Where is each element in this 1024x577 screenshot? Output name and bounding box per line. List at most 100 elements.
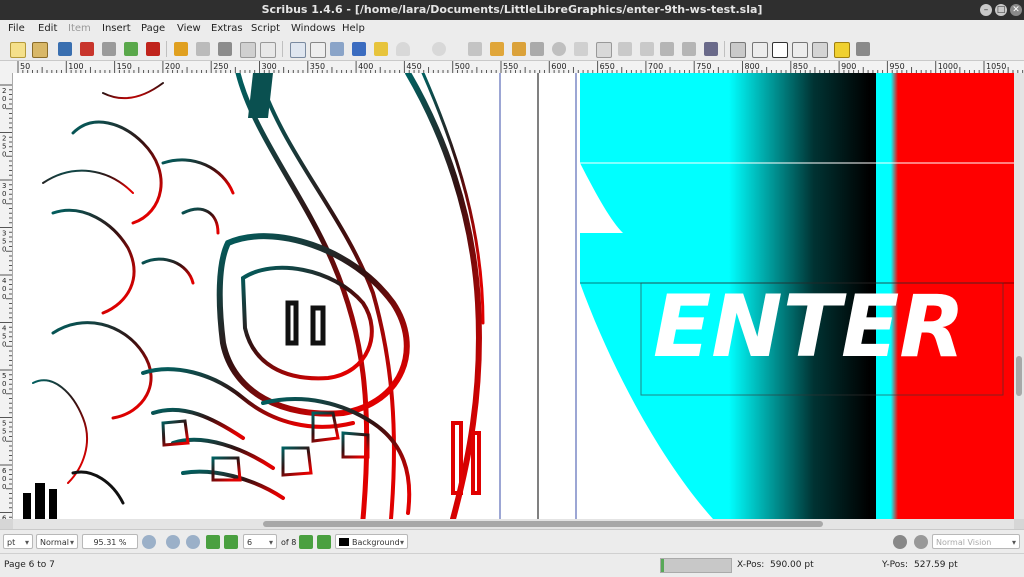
shape-icon[interactable] — [396, 42, 410, 56]
vertical-scroll-thumb[interactable] — [1016, 356, 1022, 396]
paste-icon[interactable] — [260, 42, 276, 58]
undo-icon[interactable] — [174, 42, 188, 56]
y-pos-value: 527.59 pt — [914, 560, 958, 570]
ruler-tick-label: 800 — [745, 62, 760, 71]
image-frame-icon[interactable] — [330, 42, 344, 56]
bezier-icon[interactable] — [490, 42, 504, 56]
pdf-text-field-icon[interactable] — [752, 42, 768, 58]
copy-icon[interactable] — [240, 42, 256, 58]
eye-icon[interactable] — [914, 535, 928, 549]
vertical-scrollbar[interactable] — [1014, 73, 1024, 519]
vision-select[interactable]: Normal Vision ▾ — [932, 534, 1020, 549]
progress-bar-fill — [661, 559, 664, 572]
vision-value: Normal Vision — [936, 538, 992, 547]
select-tool-icon[interactable] — [290, 42, 306, 58]
first-page-icon[interactable] — [206, 535, 220, 549]
page-number-select[interactable]: 6 ▾ — [243, 534, 277, 549]
menu-help[interactable]: Help — [342, 23, 365, 34]
render-frame-icon[interactable] — [352, 42, 366, 56]
zoom-100-icon[interactable] — [166, 535, 180, 549]
export-pdf-icon[interactable] — [146, 42, 160, 56]
menu-edit[interactable]: Edit — [38, 23, 57, 34]
previous-page-icon[interactable] — [224, 535, 238, 549]
ruler-tick-label: 2 — [2, 135, 6, 143]
x-pos-value: 590.00 pt — [770, 560, 814, 570]
link-frames-icon[interactable] — [618, 42, 632, 56]
menu-script[interactable]: Script — [251, 23, 280, 34]
edit-contents-icon[interactable] — [574, 42, 588, 56]
maximize-button[interactable]: □ — [995, 4, 1007, 16]
text-frame-icon[interactable] — [310, 42, 326, 58]
last-page-icon[interactable] — [317, 535, 331, 549]
redo-icon[interactable] — [196, 42, 210, 56]
headline-text[interactable]: ENTER — [653, 277, 965, 377]
ruler-tick-label: 350 — [310, 62, 325, 71]
edit-text-icon[interactable] — [596, 42, 612, 58]
document-canvas[interactable]: ENTER — [13, 73, 1014, 519]
ruler-tick-label: 200 — [165, 62, 180, 71]
horizontal-scrollbar[interactable] — [13, 519, 1014, 529]
page-range-status: Page 6 to 7 — [4, 560, 55, 570]
pdf-button-icon[interactable] — [730, 42, 746, 58]
new-document-icon[interactable] — [10, 42, 26, 58]
menu-extras[interactable]: Extras — [211, 23, 243, 34]
rotate-icon[interactable] — [530, 42, 544, 56]
page-count-label: of 8 — [281, 538, 297, 547]
unit-select[interactable]: pt ▾ — [3, 534, 33, 549]
menu-page[interactable]: Page — [141, 23, 165, 34]
menu-item[interactable]: Item — [68, 23, 91, 34]
zoom-in-icon[interactable] — [186, 535, 200, 549]
table-icon[interactable] — [374, 42, 388, 56]
preflight-icon[interactable] — [124, 42, 138, 56]
ruler-tick-label: 0 — [2, 190, 6, 198]
vertical-ruler[interactable]: 200250300350400450500550600650 — [0, 73, 13, 519]
line-icon[interactable] — [468, 42, 482, 56]
cut-icon[interactable] — [218, 42, 232, 56]
ruler-tick-label: 0 — [2, 285, 6, 293]
horizontal-scroll-thumb[interactable] — [263, 521, 823, 527]
status-bar: Page 6 to 7 X-Pos: 590.00 pt Y-Pos: 527.… — [0, 553, 1024, 577]
pdf-listbox-icon[interactable] — [812, 42, 828, 58]
link-annotation-icon[interactable] — [856, 42, 870, 56]
save-icon[interactable] — [58, 42, 72, 56]
ruler-tick-label: 5 — [2, 428, 6, 436]
menu-insert[interactable]: Insert — [102, 23, 131, 34]
ruler-tick-label: 600 — [551, 62, 566, 71]
zoom-field[interactable]: 95.31 % — [82, 534, 138, 549]
chevron-down-icon: ▾ — [69, 538, 74, 547]
copy-properties-icon[interactable] — [682, 42, 696, 56]
ruler-tick-label: 0 — [2, 103, 6, 111]
polygon-icon[interactable] — [432, 42, 446, 56]
pdf-combobox-icon[interactable] — [792, 42, 808, 58]
ruler-tick-label: 0 — [2, 388, 6, 396]
measure-icon[interactable] — [660, 42, 674, 56]
close-window-button[interactable]: ✕ — [1010, 4, 1022, 16]
unlink-frames-icon[interactable] — [640, 42, 654, 56]
chevron-down-icon: ▾ — [24, 538, 29, 547]
preview-toggle-icon[interactable] — [893, 535, 907, 549]
eyedropper-icon[interactable] — [704, 42, 718, 56]
open-folder-icon[interactable] — [32, 42, 48, 58]
freehand-icon[interactable] — [512, 42, 526, 56]
menu-bar: File Edit Item Insert Page View Extras S… — [0, 20, 1024, 39]
close-document-icon[interactable] — [80, 42, 94, 56]
zoom-out-icon[interactable] — [142, 535, 156, 549]
next-page-icon[interactable] — [299, 535, 313, 549]
layer-value: Background — [352, 538, 400, 547]
text-annotation-icon[interactable] — [834, 42, 850, 58]
menu-windows[interactable]: Windows — [291, 23, 336, 34]
menu-file[interactable]: File — [8, 23, 25, 34]
print-icon[interactable] — [102, 42, 116, 56]
pdf-checkbox-icon[interactable] — [772, 42, 788, 58]
ruler-tick-label: 550 — [503, 62, 518, 71]
mode-select[interactable]: Normal ▾ — [36, 534, 78, 549]
ruler-tick-label: 1000 — [938, 62, 958, 71]
layer-select[interactable]: Background ▾ — [335, 534, 408, 549]
menu-view[interactable]: View — [177, 23, 201, 34]
ruler-tick-label: 500 — [455, 62, 470, 71]
minimize-button[interactable]: – — [980, 4, 992, 16]
ruler-tick-label: 650 — [600, 62, 615, 71]
zoom-icon[interactable] — [552, 42, 566, 56]
ruler-tick-label: 700 — [648, 62, 663, 71]
toolbar-separator — [166, 41, 167, 57]
